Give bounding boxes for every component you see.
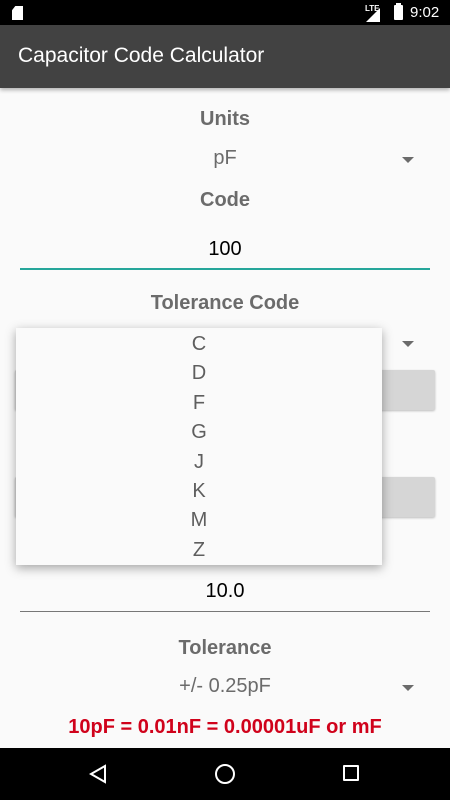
status-bar: LTE 9:02 — [0, 0, 450, 25]
tolerance-spinner[interactable]: +/- 0.25pF — [20, 671, 430, 707]
units-selected: pF — [213, 147, 237, 169]
app-title: Capacitor Code Calculator — [18, 44, 265, 67]
dropdown-option-d[interactable]: D — [16, 359, 382, 388]
dropdown-option-j[interactable]: J — [16, 448, 382, 477]
dropdown-arrow-icon — [402, 157, 414, 163]
app-bar: Capacitor Code Calculator — [0, 25, 450, 88]
clock: 9:02 — [410, 4, 440, 21]
tolerance-code-label: Tolerance Code — [150, 292, 300, 314]
dropdown-option-c[interactable]: C — [16, 330, 382, 359]
recents-icon[interactable] — [343, 765, 359, 781]
signal-icon — [366, 8, 380, 22]
dropdown-arrow-icon — [402, 685, 414, 691]
sd-card-icon — [12, 6, 23, 20]
dropdown-arrow-icon — [402, 341, 414, 347]
dropdown-option-f[interactable]: F — [16, 389, 382, 418]
dropdown-option-m[interactable]: M — [16, 506, 382, 535]
dropdown-option-z[interactable]: Z — [16, 536, 382, 565]
value-input[interactable] — [20, 572, 430, 612]
dropdown-option-k[interactable]: K — [16, 477, 382, 506]
code-label: Code — [200, 189, 250, 211]
units-label: Units — [200, 108, 250, 130]
back-icon[interactable] — [88, 764, 108, 784]
tolerance-label: Tolerance — [178, 637, 272, 659]
navigation-bar — [0, 748, 450, 800]
tolerance-code-dropdown: C D F G J K M Z — [16, 328, 382, 565]
code-input[interactable] — [20, 230, 430, 270]
units-spinner[interactable]: pF — [20, 143, 430, 179]
dropdown-option-g[interactable]: G — [16, 418, 382, 447]
battery-icon — [394, 3, 403, 20]
result-text: 10pF = 0.01nF = 0.00001uF or mF — [68, 716, 382, 738]
home-icon[interactable] — [215, 764, 235, 784]
tolerance-selected: +/- 0.25pF — [179, 675, 271, 697]
